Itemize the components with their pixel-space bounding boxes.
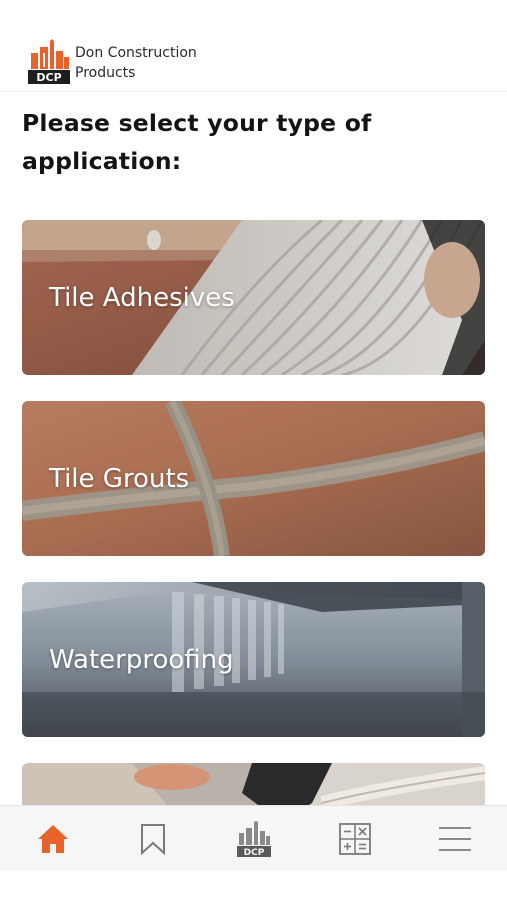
home-icon: [37, 825, 68, 853]
bottom-navigation: DCP: [0, 805, 507, 871]
dcp-logo-icon: DCP: [28, 39, 70, 84]
dcp-logo-icon: DCP: [236, 821, 271, 857]
app-header: DCP Don Construction Products: [0, 0, 507, 92]
page-title-line-2: application:: [22, 147, 182, 175]
app-screen: DCP Don Construction Products Please sel…: [0, 0, 507, 900]
svg-text:DCP: DCP: [243, 848, 264, 857]
application-card-tile-adhesives[interactable]: Tile Adhesives: [22, 220, 485, 375]
card-label: Tile Grouts: [49, 463, 190, 494]
brand-line-1: Don Construction: [75, 45, 197, 61]
page-title-line-1: Please select your type of: [22, 109, 372, 137]
brand-line-2: Products: [75, 65, 136, 81]
nav-home[interactable]: [2, 806, 103, 872]
page-title: Please select your type of application:: [22, 104, 482, 180]
calculator-icon: [338, 823, 371, 855]
card-label: Waterproofing: [49, 644, 234, 675]
brand-name: Don Construction Products: [75, 43, 197, 83]
bookmark-icon: [140, 824, 165, 855]
nav-bookmarks[interactable]: [102, 806, 203, 872]
card-label: Tile Adhesives: [49, 282, 235, 313]
nav-dcp[interactable]: DCP: [203, 806, 304, 872]
application-card-tile-grouts[interactable]: Tile Grouts: [22, 401, 485, 556]
svg-text:DCP: DCP: [36, 71, 61, 84]
nav-calculator[interactable]: [304, 806, 405, 872]
bottom-safe-area: [0, 871, 507, 900]
menu-icon: [438, 827, 471, 851]
nav-menu[interactable]: [404, 806, 505, 872]
application-card-waterproofing[interactable]: Waterproofing: [22, 582, 485, 737]
